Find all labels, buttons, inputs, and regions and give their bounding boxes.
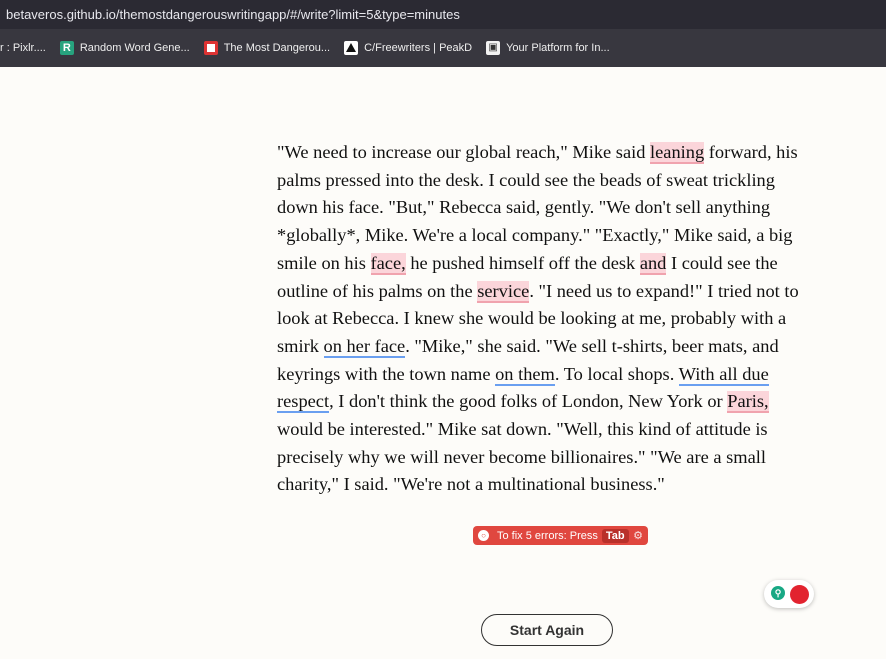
bookmark-platform[interactable]: ▣ Your Platform for In... [486,41,610,55]
fix-errors-badge[interactable]: ○ To fix 5 errors: Press Tab ⚙ [473,526,648,545]
grammar-error-highlight[interactable]: face, [370,252,406,275]
peakd-icon [344,41,359,55]
story-segment: he pushed himself off the desk [405,252,640,273]
r-logo-icon: R [59,41,74,55]
story-segment: would be interested." Mike sat down. "We… [277,419,768,495]
grammar-logo-icon: ○ [478,530,489,541]
bookmarks-bar: r : Pixlr.... R Random Word Gene... The … [0,29,886,67]
story-segment: . To local shops. [554,363,679,384]
story-segment: "We need to increase our global reach," … [277,142,651,162]
style-suggestion-highlight[interactable]: on them [495,363,555,386]
grammar-error-highlight[interactable]: service [477,280,530,303]
bookmark-freewriters[interactable]: C/Freewriters | PeakD [344,41,472,55]
address-bar[interactable]: betaveros.github.io/themostdangerouswrit… [0,0,886,29]
bookmark-label: The Most Dangerou... [223,42,331,54]
bookmark-label: Random Word Gene... [79,42,190,54]
grammar-error-highlight[interactable]: and [639,252,667,275]
bookmark-dangerous-app[interactable]: The Most Dangerou... [203,41,331,55]
bookmark-label: Your Platform for In... [506,42,610,54]
lightbulb-icon[interactable]: ⚲ [771,586,785,600]
story-segment: , I don't think the good folks of London… [329,391,728,412]
fix-errors-text: To fix 5 errors: Press [497,529,598,542]
error-count-indicator-icon[interactable] [790,585,809,604]
bookmark-label: C/Freewriters | PeakD [364,42,473,54]
bookmark-random-word[interactable]: R Random Word Gene... [59,41,190,55]
grammar-checker-widget[interactable]: ⚲ [764,580,814,608]
style-suggestion-highlight[interactable]: on her face [323,335,406,358]
grammar-error-highlight[interactable]: Paris, [727,391,769,414]
bookmark-label: r : Pixlr.... [0,42,46,54]
platform-icon: ▣ [486,41,501,55]
url-text: betaveros.github.io/themostdangerouswrit… [6,7,460,22]
bookmark-pixlr[interactable]: r : Pixlr.... [0,42,46,54]
dangerous-app-icon [203,41,218,55]
grammar-error-highlight[interactable]: leaning [650,142,705,164]
gear-icon[interactable]: ⚙ [633,529,643,542]
start-again-button[interactable]: Start Again [481,614,613,646]
tab-key-hint: Tab [601,528,629,543]
writing-area[interactable]: "We need to increase our global reach," … [277,139,817,499]
